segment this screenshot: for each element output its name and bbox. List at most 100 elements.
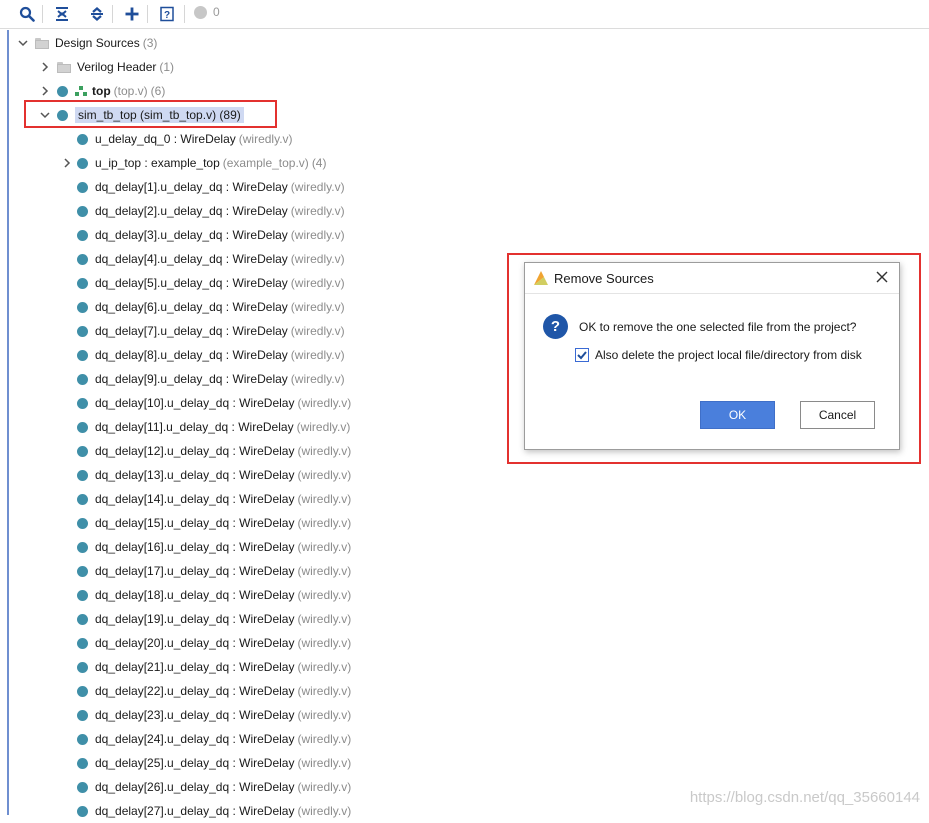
- tree-node-u-ip-top[interactable]: u_ip_top : example_top (example_top.v) (…: [61, 151, 326, 175]
- toolbar-separator: [42, 5, 43, 23]
- help-icon[interactable]: ?: [156, 3, 178, 25]
- module-icon: [77, 661, 88, 673]
- tree-node-dq-delay[interactable]: dq_delay[3].u_delay_dq : WireDelay (wired…: [77, 223, 345, 247]
- folder-icon: [35, 37, 49, 49]
- toolbar-separator: [112, 5, 113, 23]
- chevron-down-icon[interactable]: [17, 37, 29, 49]
- tree-node-count: (4): [311, 156, 327, 170]
- tree-node-dq-delay[interactable]: dq_delay[8].u_delay_dq : WireDelay (wired…: [77, 343, 345, 367]
- chevron-right-icon[interactable]: [39, 85, 51, 97]
- tree-node-label: dq_delay[7].u_delay_dq : WireDelay: [95, 324, 288, 338]
- module-icon: [77, 373, 88, 385]
- tree-node-file: (wiredly.v): [297, 396, 352, 410]
- tree-node-label: dq_delay[1].u_delay_dq : WireDelay: [95, 180, 288, 194]
- tree-node-dq-delay[interactable]: dq_delay[9].u_delay_dq : WireDelay (wired…: [77, 367, 345, 391]
- tree-node-file: (wiredly.v): [290, 300, 345, 314]
- tree-node-file: (wiredly.v): [290, 180, 345, 194]
- delete-local-file-checkbox[interactable]: [575, 348, 589, 362]
- checkbox-label[interactable]: Also delete the project local file/direc…: [595, 348, 862, 362]
- tree-node-label: dq_delay[27].u_delay_dq : WireDelay: [95, 804, 295, 818]
- tree-node-file: (wiredly.v): [290, 348, 345, 362]
- tree-node-dq-delay[interactable]: dq_delay[15].u_delay_dq : WireDelay (wire…: [77, 511, 351, 535]
- tree-node-label: dq_delay[16].u_delay_dq : WireDelay: [95, 540, 295, 554]
- tree-node-file: (example_top.v): [222, 156, 309, 170]
- tree-node-file: (wiredly.v): [297, 444, 352, 458]
- module-icon: [77, 301, 88, 313]
- tree-node-dq-delay[interactable]: dq_delay[5].u_delay_dq : WireDelay (wired…: [77, 271, 345, 295]
- tree-node-label: dq_delay[3].u_delay_dq : WireDelay: [95, 228, 288, 242]
- add-icon[interactable]: [121, 3, 143, 25]
- tree-node-file: (wiredly.v): [297, 684, 352, 698]
- tree-node-dq-delay[interactable]: dq_delay[4].u_delay_dq : WireDelay (wired…: [77, 247, 345, 271]
- tree-node-label: dq_delay[4].u_delay_dq : WireDelay: [95, 252, 288, 266]
- ok-button[interactable]: OK: [700, 401, 775, 429]
- tree-node-dq-delay[interactable]: dq_delay[22].u_delay_dq : WireDelay (wire…: [77, 679, 351, 703]
- tree-node-dq-delay[interactable]: dq_delay[11].u_delay_dq : WireDelay (wire…: [77, 415, 350, 439]
- tree-node-label: dq_delay[15].u_delay_dq : WireDelay: [95, 516, 295, 530]
- tree-node-count: (3): [142, 36, 158, 50]
- tree-node-label: dq_delay[12].u_delay_dq : WireDelay: [95, 444, 295, 458]
- tree-node-label: dq_delay[22].u_delay_dq : WireDelay: [95, 684, 295, 698]
- tree-node-file: (wiredly.v): [297, 732, 352, 746]
- module-icon: [77, 469, 88, 481]
- cancel-button[interactable]: Cancel: [800, 401, 875, 429]
- panel-left-border: [7, 30, 9, 815]
- tree-node-dq-delay[interactable]: dq_delay[18].u_delay_dq : WireDelay (wire…: [77, 583, 351, 607]
- tree-node-file: (wiredly.v): [297, 612, 352, 626]
- tree-node-dq-delay[interactable]: dq_delay[20].u_delay_dq : WireDelay (wire…: [77, 631, 351, 655]
- status-count: 0: [194, 5, 220, 19]
- tree-node-dq-delay[interactable]: dq_delay[10].u_delay_dq : WireDelay (wire…: [77, 391, 351, 415]
- expand-all-icon[interactable]: [86, 3, 108, 25]
- close-icon[interactable]: [873, 268, 891, 286]
- module-icon: [77, 157, 88, 169]
- tree-node-dq-delay[interactable]: dq_delay[16].u_delay_dq : WireDelay (wire…: [77, 535, 351, 559]
- tree-node-label: dq_delay[2].u_delay_dq : WireDelay: [95, 204, 288, 218]
- dialog-message: OK to remove the one selected file from …: [579, 320, 857, 334]
- tree-node-label: dq_delay[23].u_delay_dq : WireDelay: [95, 708, 295, 722]
- tree-node-dq-delay[interactable]: dq_delay[17].u_delay_dq : WireDelay (wire…: [77, 559, 351, 583]
- tree-node-label: u_delay_dq_0 : WireDelay: [95, 132, 236, 146]
- tree-node-dq-delay[interactable]: dq_delay[13].u_delay_dq : WireDelay (wire…: [77, 463, 351, 487]
- tree-node-dq-delay[interactable]: dq_delay[23].u_delay_dq : WireDelay (wire…: [77, 703, 351, 727]
- chevron-right-icon[interactable]: [61, 157, 73, 169]
- tree-node-verilog-header[interactable]: Verilog Header (1): [39, 55, 174, 79]
- tree-node-dq-delay[interactable]: dq_delay[14].u_delay_dq : WireDelay (wire…: [77, 487, 351, 511]
- collapse-all-icon[interactable]: [51, 3, 73, 25]
- tree-node-dq-delay[interactable]: dq_delay[1].u_delay_dq : WireDelay (wired…: [77, 175, 345, 199]
- tree-node-design-sources[interactable]: Design Sources (3): [17, 31, 157, 55]
- tree-node-dq-delay[interactable]: dq_delay[26].u_delay_dq : WireDelay (wire…: [77, 775, 351, 799]
- module-icon: [77, 733, 88, 745]
- chevron-right-icon[interactable]: [39, 61, 51, 73]
- status-dot-icon: [194, 5, 207, 19]
- tree-node-dq-delay[interactable]: dq_delay[21].u_delay_dq : WireDelay (wire…: [77, 655, 351, 679]
- tree-node-dq-delay[interactable]: dq_delay[27].u_delay_dq : WireDelay (wire…: [77, 799, 351, 823]
- tree-node-dq-delay[interactable]: dq_delay[24].u_delay_dq : WireDelay (wire…: [77, 727, 351, 751]
- tree-node-file: (wiredly.v): [297, 660, 352, 674]
- tree-node-u-delay-dq-0[interactable]: u_delay_dq_0 : WireDelay (wiredly.v): [77, 127, 293, 151]
- tree-node-label: dq_delay[18].u_delay_dq : WireDelay: [95, 588, 295, 602]
- tree-node-dq-delay[interactable]: dq_delay[19].u_delay_dq : WireDelay (wire…: [77, 607, 351, 631]
- tree-node-file: (wiredly.v): [297, 516, 352, 530]
- tree-node-label: dq_delay[19].u_delay_dq : WireDelay: [95, 612, 295, 626]
- tree-node-file: (wiredly.v): [297, 804, 352, 818]
- tree-node-file: (wiredly.v): [297, 636, 352, 650]
- search-icon[interactable]: [16, 3, 38, 25]
- tree-node-dq-delay[interactable]: dq_delay[12].u_delay_dq : WireDelay (wire…: [77, 439, 351, 463]
- tree-node-file: (wiredly.v): [297, 708, 352, 722]
- module-icon: [77, 685, 88, 697]
- tree-node-file: (wiredly.v): [290, 228, 345, 242]
- tree-node-label: dq_delay[13].u_delay_dq : WireDelay: [95, 468, 295, 482]
- tree-node-file: (wiredly.v): [296, 420, 351, 434]
- tree-node-label: dq_delay[10].u_delay_dq : WireDelay: [95, 396, 295, 410]
- tree-node-dq-delay[interactable]: dq_delay[2].u_delay_dq : WireDelay (wired…: [77, 199, 345, 223]
- tree-node-dq-delay[interactable]: dq_delay[7].u_delay_dq : WireDelay (wired…: [77, 319, 345, 343]
- tree-node-dq-delay[interactable]: dq_delay[25].u_delay_dq : WireDelay (wire…: [77, 751, 351, 775]
- tree-node-dq-delay[interactable]: dq_delay[6].u_delay_dq : WireDelay (wired…: [77, 295, 345, 319]
- tree-node-file: (wiredly.v): [290, 276, 345, 290]
- tree-node-label: dq_delay[9].u_delay_dq : WireDelay: [95, 372, 288, 386]
- module-icon: [77, 229, 88, 241]
- module-icon: [57, 85, 68, 97]
- module-icon: [77, 541, 88, 553]
- tree-node-label: dq_delay[21].u_delay_dq : WireDelay: [95, 660, 295, 674]
- module-icon: [77, 421, 88, 433]
